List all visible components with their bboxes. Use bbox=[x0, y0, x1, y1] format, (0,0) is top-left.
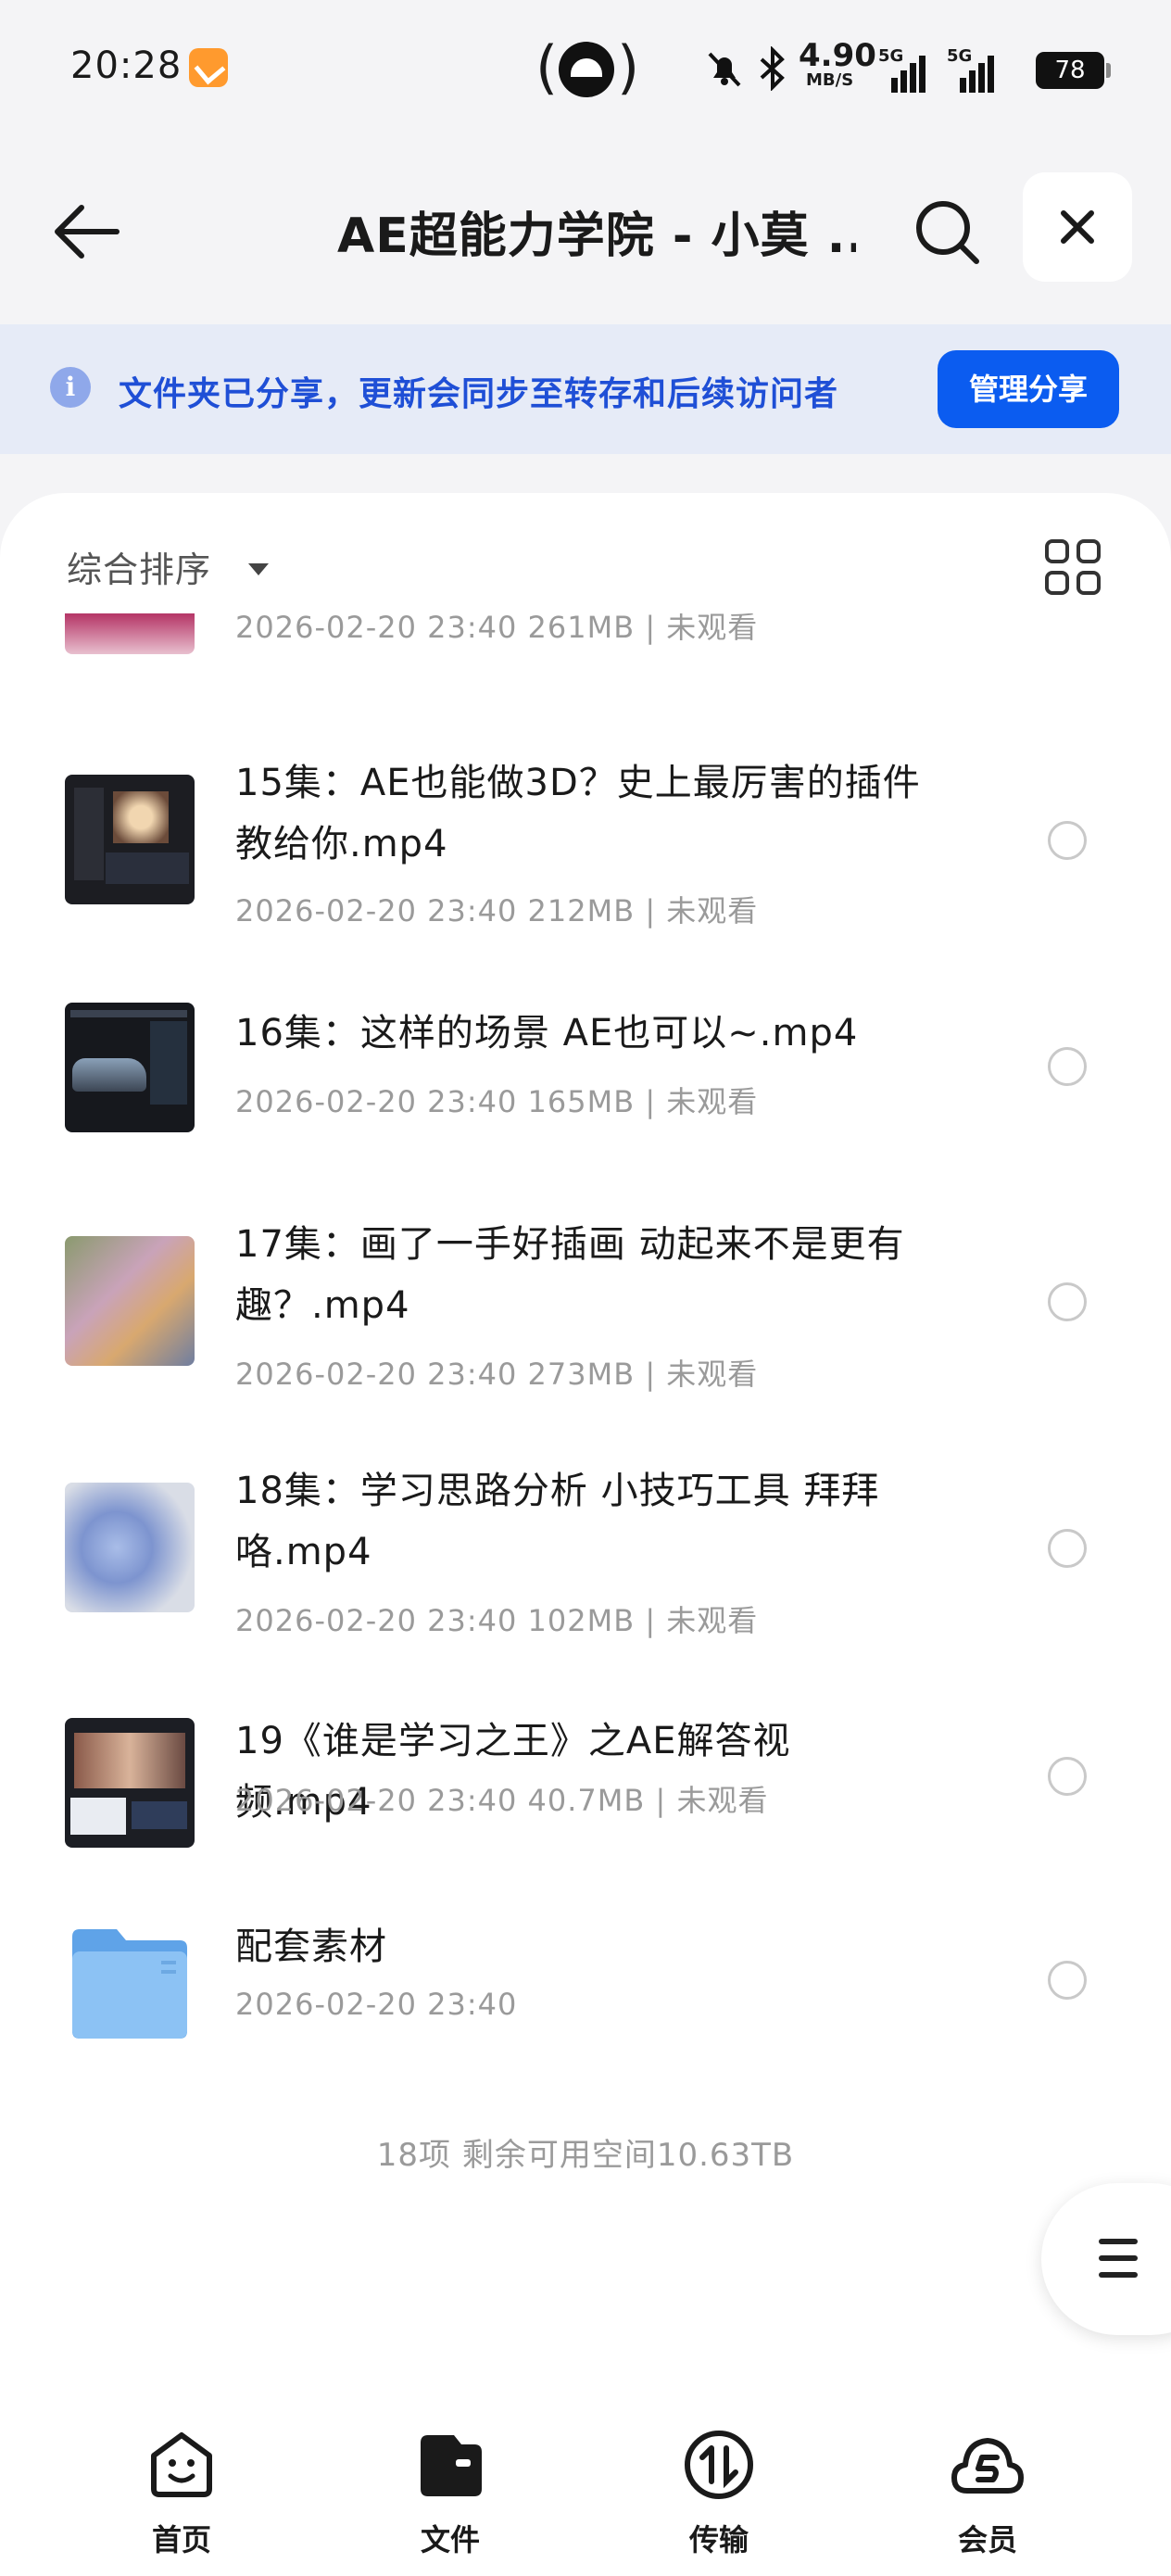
grid-icon bbox=[1045, 539, 1069, 563]
file-list-panel: 综合排序 2026-02-20 23:40 261MB | 未观看 15集：AE… bbox=[0, 493, 1171, 2393]
header: AE超能力学院 - 小莫 ... bbox=[0, 139, 1171, 324]
file-meta: 2026-02-20 23:40 261MB | 未观看 bbox=[235, 613, 759, 645]
select-radio[interactable] bbox=[1048, 821, 1087, 860]
close-icon bbox=[1061, 210, 1094, 244]
video-thumbnail bbox=[65, 613, 195, 654]
page-title: AE超能力学院 - 小莫 ... bbox=[337, 208, 856, 264]
nav-vip-label: 会员 bbox=[957, 2522, 1017, 2557]
file-meta: 2026-02-20 23:40 40.7MB | 未观看 bbox=[235, 1783, 769, 1818]
nav-files[interactable]: 文件 bbox=[385, 2428, 515, 2567]
caret-down-icon bbox=[248, 563, 269, 575]
sort-dropdown[interactable]: 综合排序 bbox=[67, 541, 269, 597]
status-bar: 20:28 ( ) 4.90 MB/S 5G 5G 78 bbox=[0, 0, 1171, 139]
file-item[interactable]: 18集：学习思路分析 小技巧工具 拜拜咯.mp4 2026-02-20 23:4… bbox=[0, 1460, 1171, 1664]
folder-wallet-icon bbox=[421, 2435, 482, 2496]
file-meta: 2026-02-20 23:40 102MB | 未观看 bbox=[235, 1603, 759, 1638]
nav-home[interactable]: 首页 bbox=[117, 2428, 246, 2567]
signal-strength-icon: 5G bbox=[878, 46, 928, 93]
app-notification-icon bbox=[189, 48, 228, 87]
video-thumbnail bbox=[65, 1003, 195, 1132]
info-icon: i bbox=[50, 367, 91, 408]
file-name: 18集：学习思路分析 小技巧工具 拜拜咯.mp4 bbox=[235, 1470, 880, 1573]
bluetooth-icon bbox=[760, 46, 785, 91]
nav-transfer[interactable]: 传输 bbox=[654, 2428, 784, 2567]
file-name: 16集：这样的场景 AE也可以~.mp4 bbox=[235, 1012, 859, 1054]
file-item[interactable]: 19《谁是学习之王》之AE解答视频.mp4 2026-02-20 23:40 4… bbox=[0, 1711, 1171, 1868]
battery-icon: 78 bbox=[1036, 52, 1111, 89]
file-meta: 2026-02-20 23:40 212MB | 未观看 bbox=[235, 893, 759, 928]
network-speed: 4.90 bbox=[799, 37, 876, 74]
file-name: 17集：画了一手好插画 动起来不是更有趣？.mp4 bbox=[235, 1223, 905, 1327]
network-speed-unit: MB/S bbox=[806, 70, 854, 90]
transfer-icon bbox=[685, 2431, 753, 2499]
file-item[interactable]: 15集：AE也能做3D？史上最厉害的插件教给你.mp4 2026-02-20 2… bbox=[0, 752, 1171, 938]
video-thumbnail bbox=[65, 1718, 195, 1848]
select-radio[interactable] bbox=[1048, 1961, 1087, 2000]
share-banner: i 文件夹已分享，更新会同步至转存和后续访问者 管理分享 bbox=[0, 324, 1171, 454]
file-name: 15集：AE也能做3D？史上最厉害的插件教给你.mp4 bbox=[235, 762, 921, 865]
storage-summary: 18项 剩余可用空间10.63TB bbox=[376, 2137, 795, 2174]
select-radio[interactable] bbox=[1048, 1757, 1087, 1796]
grid-view-button[interactable] bbox=[1045, 539, 1102, 597]
close-button[interactable] bbox=[1023, 172, 1132, 282]
file-meta: 2026-02-20 23:40 165MB | 未观看 bbox=[235, 1084, 759, 1119]
vip-cloud-icon bbox=[951, 2438, 1024, 2494]
select-radio[interactable] bbox=[1048, 1529, 1087, 1568]
video-thumbnail bbox=[65, 775, 195, 904]
select-radio[interactable] bbox=[1048, 1282, 1087, 1321]
nav-home-label: 首页 bbox=[151, 2522, 211, 2557]
menu-icon bbox=[1099, 2239, 1138, 2244]
hotspot-indicator-icon: ( ) bbox=[535, 33, 640, 101]
file-item[interactable]: 2026-02-20 23:40 261MB | 未观看 bbox=[0, 613, 1171, 669]
video-thumbnail bbox=[65, 1236, 195, 1366]
folder-icon bbox=[72, 1929, 187, 2039]
back-button[interactable] bbox=[52, 195, 126, 269]
status-time: 20:28 bbox=[70, 44, 183, 87]
search-icon bbox=[916, 201, 979, 264]
back-arrow-icon bbox=[55, 205, 120, 259]
bottom-nav: 首页 文件 传输 会员 bbox=[0, 2393, 1171, 2576]
search-button[interactable] bbox=[910, 195, 984, 269]
select-radio[interactable] bbox=[1048, 1047, 1087, 1086]
video-thumbnail bbox=[65, 1483, 195, 1612]
signal-strength-icon-2: 5G bbox=[947, 46, 997, 93]
file-item[interactable]: 16集：这样的场景 AE也可以~.mp4 2026-02-20 23:40 16… bbox=[0, 1003, 1171, 1160]
folder-item[interactable]: 配套素材 2026-02-20 23:40 bbox=[0, 1916, 1171, 2055]
file-meta: 2026-02-20 23:40 273MB | 未观看 bbox=[235, 1357, 759, 1392]
status-icons: 4.90 MB/S 5G 5G 78 bbox=[704, 37, 1130, 102]
share-banner-text: 文件夹已分享，更新会同步至转存和后续访问者 bbox=[119, 375, 839, 413]
folder-name: 配套素材 bbox=[235, 1926, 387, 1968]
sort-label: 综合排序 bbox=[67, 549, 212, 590]
nav-transfer-label: 传输 bbox=[688, 2522, 749, 2557]
file-meta: 2026-02-20 23:40 bbox=[235, 1987, 518, 2022]
nav-files-label: 文件 bbox=[420, 2522, 480, 2557]
manage-share-button[interactable]: 管理分享 bbox=[938, 350, 1119, 428]
mute-bell-icon bbox=[708, 52, 741, 87]
file-item[interactable]: 17集：画了一手好插画 动起来不是更有趣？.mp4 2026-02-20 23:… bbox=[0, 1214, 1171, 1418]
home-face-icon bbox=[151, 2432, 212, 2497]
nav-vip[interactable]: 会员 bbox=[923, 2428, 1052, 2567]
